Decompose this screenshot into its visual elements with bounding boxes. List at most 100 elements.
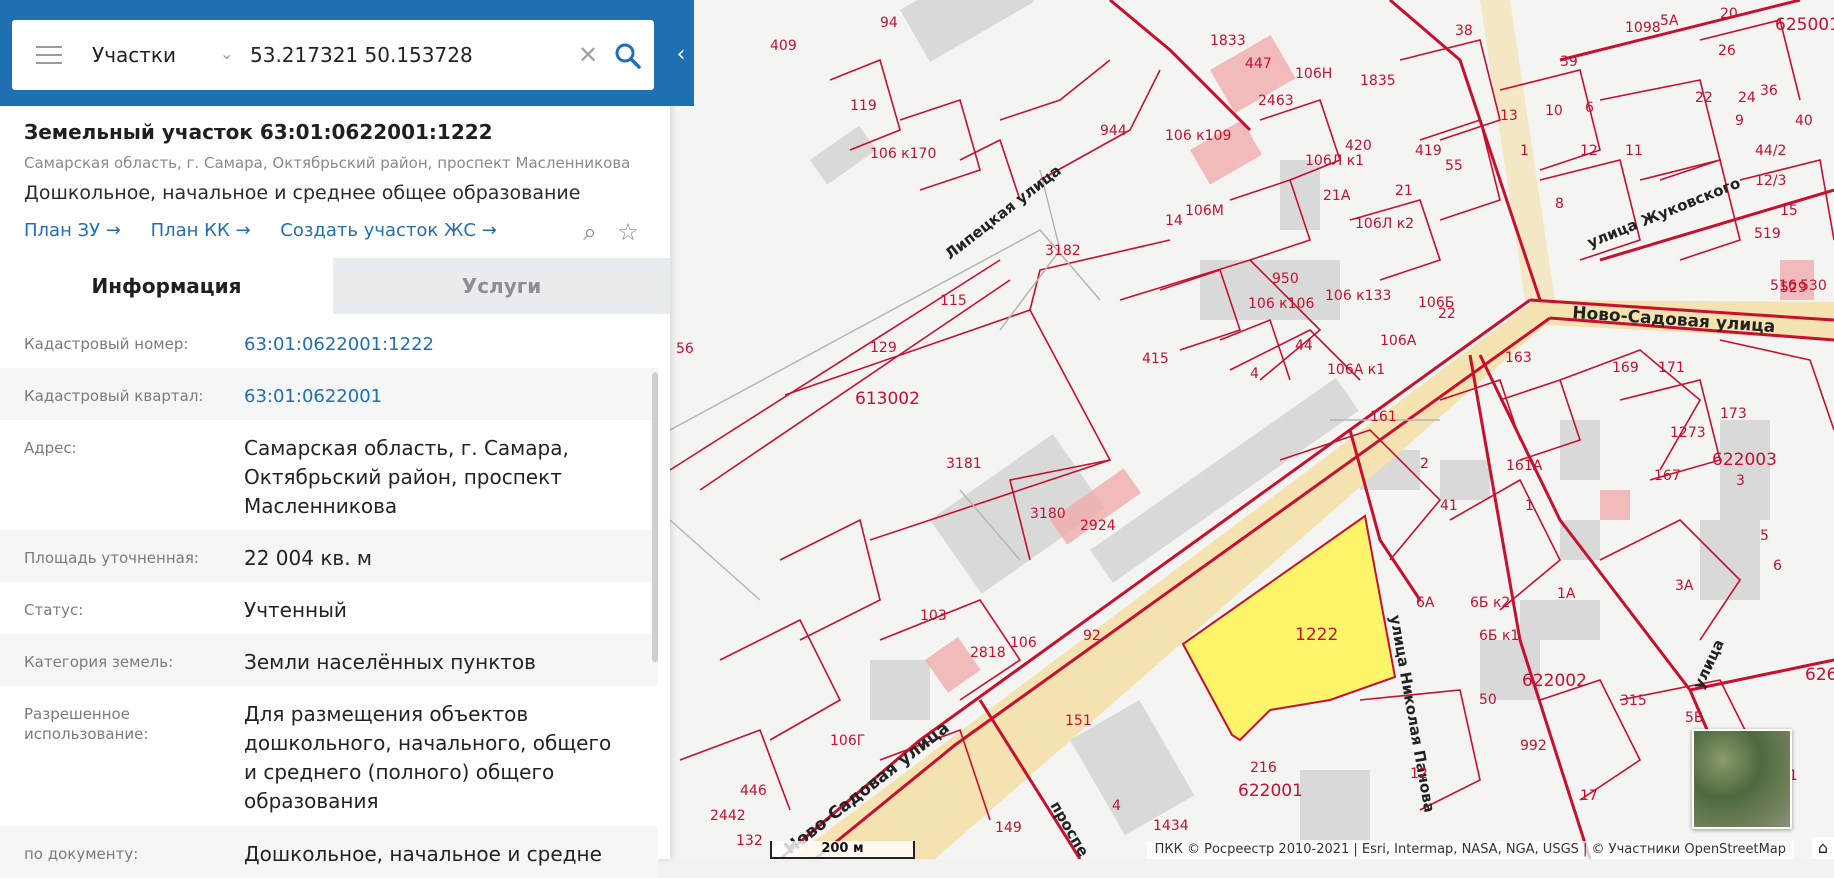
parcel-label: 50 xyxy=(1479,692,1497,708)
parcel-label: 119 xyxy=(850,98,877,114)
plan-kk-link[interactable]: План КК → xyxy=(151,220,251,241)
parcel-label: 167 xyxy=(1654,468,1681,484)
parcel-label: 1835 xyxy=(1360,73,1396,89)
info-row: Кадастровый номер: 63:01:0622001:1222 xyxy=(0,316,658,368)
parcel-label: 44 xyxy=(1295,338,1313,354)
parcel-label: 622001 xyxy=(1238,781,1303,801)
parcel-label: 409 xyxy=(770,38,797,54)
parcel-label: 530 xyxy=(1800,278,1827,294)
parcel-label: 22 xyxy=(1695,90,1713,106)
parcel-label: 3182 xyxy=(1045,243,1081,259)
parcel-label: 6А xyxy=(1416,595,1435,611)
info-sidebar: Участки ⌄ ✕ ‹ Земельный участок 63:01:06… xyxy=(0,0,694,878)
search-box: Участки ⌄ ✕ xyxy=(12,20,654,90)
parcel-label: 106Л к1 xyxy=(1305,153,1364,169)
parcel-label: 20 xyxy=(1720,6,1738,22)
menu-icon[interactable] xyxy=(36,46,62,64)
plan-zu-link[interactable]: План ЗУ → xyxy=(24,220,121,241)
info-label: Адрес: xyxy=(24,439,77,457)
zoom-to-icon[interactable]: ⌕ xyxy=(576,218,604,246)
parcel-label: 21 xyxy=(1395,183,1413,199)
parcel-label: 106М xyxy=(1185,203,1224,219)
info-value: Для размещения объектов дошкольного, нач… xyxy=(244,702,612,813)
search-input[interactable] xyxy=(250,20,570,90)
tab-services[interactable]: Услуги xyxy=(333,258,670,314)
plot-address: Самарская область, г. Самара, Октябрьски… xyxy=(24,154,631,172)
parcel-label: 12 xyxy=(1410,766,1428,782)
parcel-label: 15 xyxy=(1780,203,1798,219)
parcel-label: 4 xyxy=(1112,798,1121,814)
parcel-label: 2463 xyxy=(1258,93,1294,109)
plot-purpose: Дошкольное, начальное и среднее общее об… xyxy=(24,182,581,204)
parcel-label: 5В xyxy=(1685,710,1704,726)
parcel-label: 12 xyxy=(1580,143,1598,159)
parcel-label: 22 xyxy=(1438,306,1456,322)
chevron-down-icon[interactable]: ⌄ xyxy=(220,46,236,62)
parcel-label: 613002 xyxy=(855,389,920,409)
parcel-label: 169 xyxy=(1612,360,1639,376)
home-icon[interactable]: ⌂ xyxy=(1812,837,1834,859)
parcel-label: 6Б к1 xyxy=(1479,628,1519,644)
parcel-label: 26 xyxy=(1718,43,1736,59)
info-row: Категория земель: Земли населённых пункт… xyxy=(0,634,658,686)
parcel-label: 149 xyxy=(995,820,1022,836)
parcel-label: 129 xyxy=(870,340,897,356)
info-label: Площадь уточненная: xyxy=(24,549,199,567)
parcel-label: 106 к106 xyxy=(1248,296,1314,312)
info-label: Кадастровый номер: xyxy=(24,335,189,353)
parcel-label: 55 xyxy=(1445,158,1463,174)
parcel-label: 40 xyxy=(1795,113,1813,129)
info-row: Кадастровый квартал: 63:01:0622001 xyxy=(0,368,658,420)
info-row: Площадь уточненная: 22 004 кв. м xyxy=(0,530,658,582)
parcel-label: 21А xyxy=(1323,188,1351,204)
parcel-label: 1 xyxy=(1525,498,1534,514)
plot-title: Земельный участок 63:01:0622001:1222 xyxy=(24,120,493,144)
parcel-label: 1434 xyxy=(1153,818,1189,834)
tab-info[interactable]: Информация xyxy=(0,258,333,314)
scale-bar: 200 м xyxy=(770,841,915,859)
parcel-label: 5А xyxy=(1660,13,1679,29)
street-label: проспе xyxy=(1047,798,1093,859)
parcel-label: 106 к109 xyxy=(1165,128,1231,144)
parcel-label: 1222 xyxy=(1295,625,1338,645)
collapse-icon[interactable]: ‹ xyxy=(670,40,692,70)
parcel-label: 44/2 xyxy=(1755,143,1786,159)
parcel-label: 132 xyxy=(736,833,763,849)
parcel-label: 950 xyxy=(1272,271,1299,287)
info-row: по документу: Дошкольное, начальное и ср… xyxy=(0,826,658,878)
search-bar: Участки ⌄ ✕ ‹ xyxy=(0,0,694,106)
parcel-label: 41 xyxy=(1440,498,1458,514)
parcel-label: 625001 xyxy=(1775,15,1834,35)
parcel-label: 216 xyxy=(1250,760,1277,776)
parcel-label: 106А к1 xyxy=(1327,362,1385,378)
parcel-label: 9 xyxy=(1735,113,1744,129)
parcel-label: 944 xyxy=(1100,123,1127,139)
parcel-label: 106 к170 xyxy=(870,146,936,162)
parcel-label: 1833 xyxy=(1210,33,1246,49)
cadastral-number-link[interactable]: 63:01:0622001:1222 xyxy=(244,330,644,359)
star-icon[interactable]: ☆ xyxy=(614,218,642,246)
parcel-label: 3А xyxy=(1675,578,1694,594)
object-type-select[interactable]: Участки xyxy=(92,20,176,90)
cadastral-quarter-link[interactable]: 63:01:0622001 xyxy=(244,382,644,411)
parcel-label: 36 xyxy=(1760,83,1778,99)
parcel-label: 1 xyxy=(1520,143,1529,159)
parcel-label: 10 xyxy=(1545,103,1563,119)
parcel-label: 11 xyxy=(1625,143,1643,159)
parcel-label: 161 xyxy=(1370,409,1397,425)
info-value: Дошкольное, начальное и средне xyxy=(244,842,602,866)
basemap-switcher[interactable] xyxy=(1692,729,1792,829)
scrollbar[interactable] xyxy=(652,372,658,662)
search-icon[interactable] xyxy=(614,42,642,70)
parcel-label: 1А xyxy=(1557,586,1576,602)
clear-icon[interactable]: ✕ xyxy=(578,40,598,70)
parcel-label: 447 xyxy=(1245,56,1272,72)
parcel-label: 446 xyxy=(740,783,767,799)
parcel-label: 3180 xyxy=(1030,506,1066,522)
parcel-label: 2 xyxy=(1420,456,1429,472)
parcel-label: 2442 xyxy=(710,808,746,824)
parcel-label: 992 xyxy=(1520,738,1547,754)
create-plot-link[interactable]: Создать участок ЖС → xyxy=(280,220,497,241)
parcel-label: 39 xyxy=(1560,54,1578,70)
parcel-label: 17 xyxy=(1580,788,1598,804)
